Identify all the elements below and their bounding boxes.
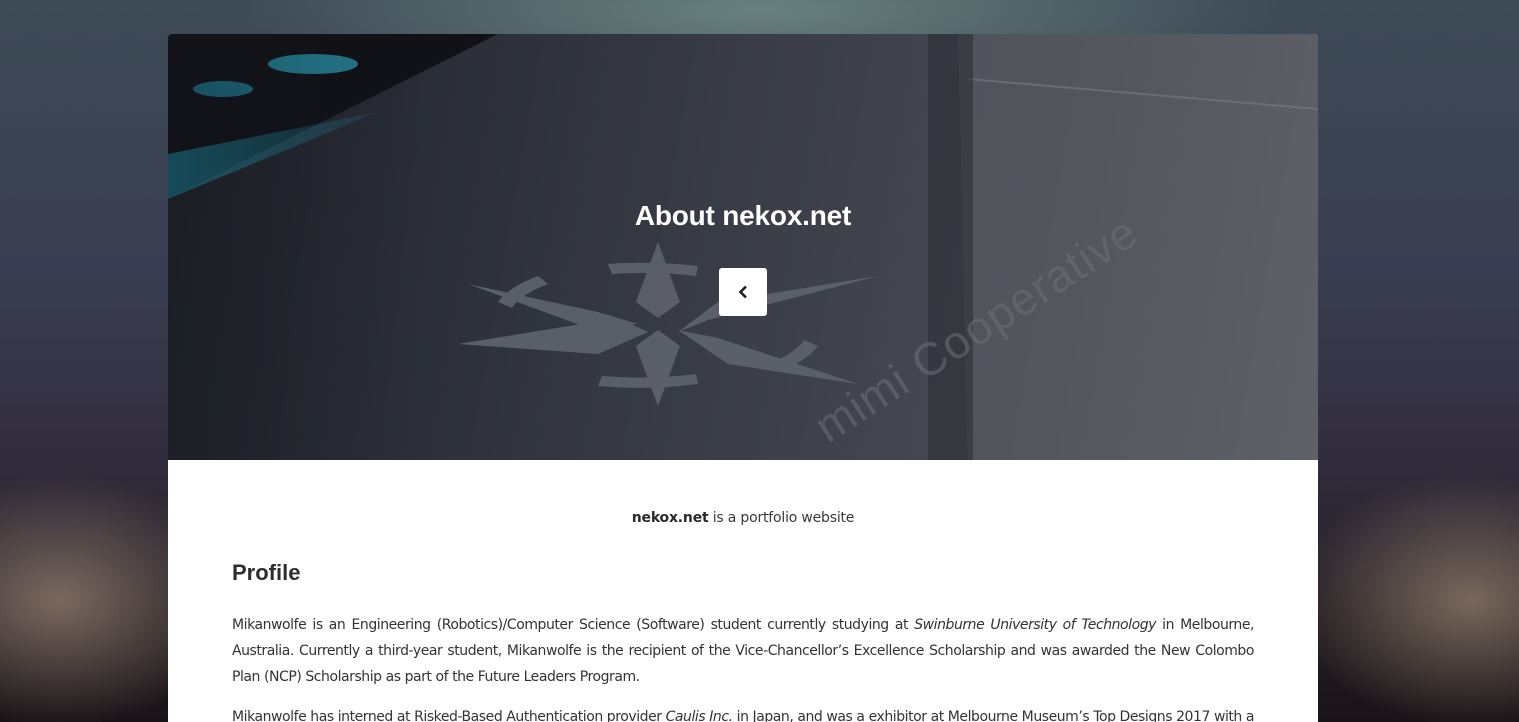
university-name: Swinburne University of Technology (914, 617, 1156, 633)
company-name: Caulis Inc. (665, 709, 733, 722)
site-tagline: nekox.net is a portfolio website (232, 510, 1254, 526)
profile-paragraph-2: Mikanwolfe has interned at Risked-Based … (232, 704, 1254, 722)
hero-background-image: mimi Cooperative (168, 34, 1318, 460)
chevron-left-icon (738, 285, 747, 299)
profile-p1-text-a: Mikanwolfe is an Engineering (Robotics)/… (232, 617, 915, 633)
site-name: nekox.net (631, 510, 709, 526)
tagline-text: is a portfolio website (708, 510, 855, 526)
about-card: mimi Cooperative About nekox.net nekox.n… (168, 34, 1318, 722)
profile-heading: Profile (232, 560, 301, 585)
page-title: About nekox.net (634, 200, 852, 231)
profile-paragraph-1: Mikanwolfe is an Engineering (Robotics)/… (232, 612, 1254, 690)
hero-banner: mimi Cooperative About nekox.net (168, 34, 1318, 460)
about-content: nekox.net is a portfolio website Profile… (168, 510, 1318, 722)
back-button[interactable] (719, 268, 767, 316)
profile-p2-text-a: Mikanwolfe has interned at Risked-Based … (232, 709, 666, 722)
